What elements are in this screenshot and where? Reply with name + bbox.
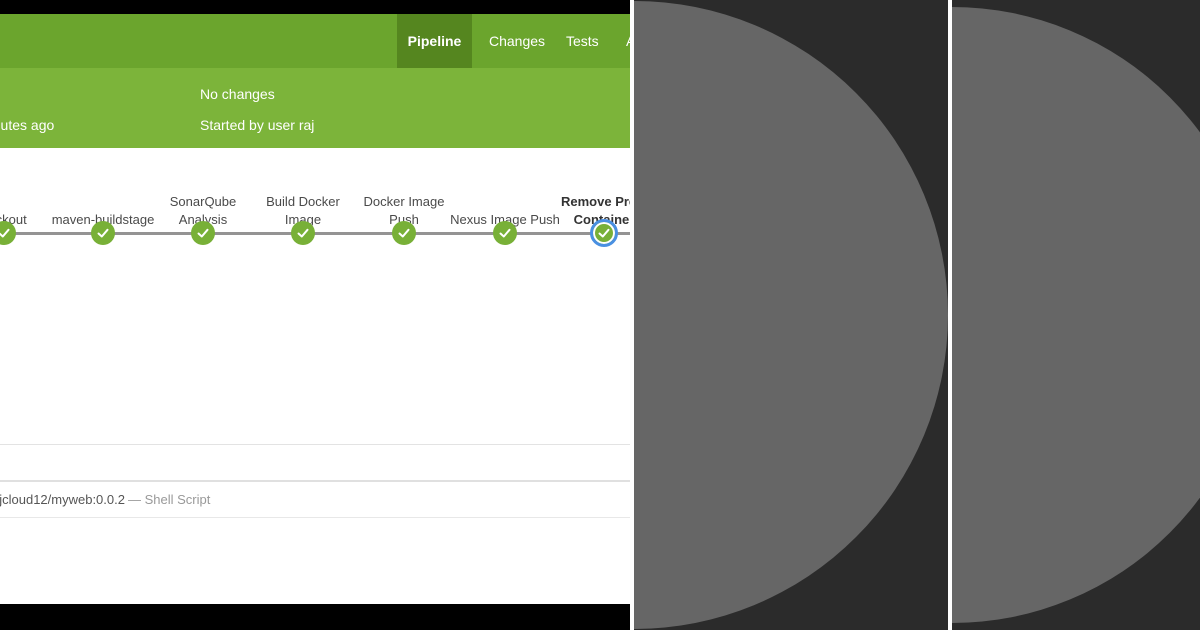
stage-label[interactable]: Remove Previ Container [549, 193, 630, 229]
stage-label-line: Build Docker [266, 194, 340, 209]
tab-tests[interactable]: Tests [566, 14, 599, 68]
stage-node[interactable] [392, 221, 416, 245]
stage-node-selected[interactable] [590, 219, 618, 247]
decorative-panel [634, 0, 948, 630]
log-step-row[interactable]: ajcloud12/myweb:0.0.2 — Shell Script [0, 480, 630, 518]
checkmark-icon [598, 228, 610, 238]
half-circle-shape [634, 1, 948, 629]
checkmark-icon [97, 228, 109, 238]
step-type: — Shell Script [128, 492, 211, 507]
jenkins-screenshot: Pipeline Changes Tests A minutes ago No … [0, 0, 630, 630]
stage-label-line: SonarQube [169, 194, 237, 209]
half-circle-shape [952, 7, 1200, 623]
stage-node[interactable] [291, 221, 315, 245]
run-start-time: minutes ago [0, 117, 55, 133]
checkmark-icon [197, 228, 209, 238]
run-started-by: Started by user raj [200, 117, 315, 133]
run-header-bar: Pipeline Changes Tests A [0, 14, 630, 68]
divider [0, 444, 630, 445]
checkmark-icon [499, 228, 511, 238]
decorative-panel [952, 0, 1200, 630]
stage-label-line: Docker Image [363, 194, 445, 209]
stage-node[interactable] [493, 221, 517, 245]
stage-node[interactable] [91, 221, 115, 245]
stage-label-line: Remove Previ [561, 194, 630, 209]
blue-ocean-run-view: Pipeline Changes Tests A minutes ago No … [0, 14, 630, 604]
stage-node[interactable] [191, 221, 215, 245]
run-info-bar: minutes ago No changes Started by user r… [0, 68, 630, 148]
run-changes-summary: No changes [200, 86, 275, 102]
step-command: ajcloud12/myweb:0.0.2 [0, 492, 125, 507]
stage-label-line: Container [549, 211, 630, 229]
tab-changes[interactable]: Changes [489, 14, 545, 68]
checkmark-icon [297, 228, 309, 238]
checkmark-icon [0, 228, 10, 238]
tab-pipeline[interactable]: Pipeline [397, 14, 472, 68]
checkmark-icon [398, 228, 410, 238]
pipeline-graph: heckoutmaven-buildstageSonarQubeAnalysis… [0, 148, 630, 308]
